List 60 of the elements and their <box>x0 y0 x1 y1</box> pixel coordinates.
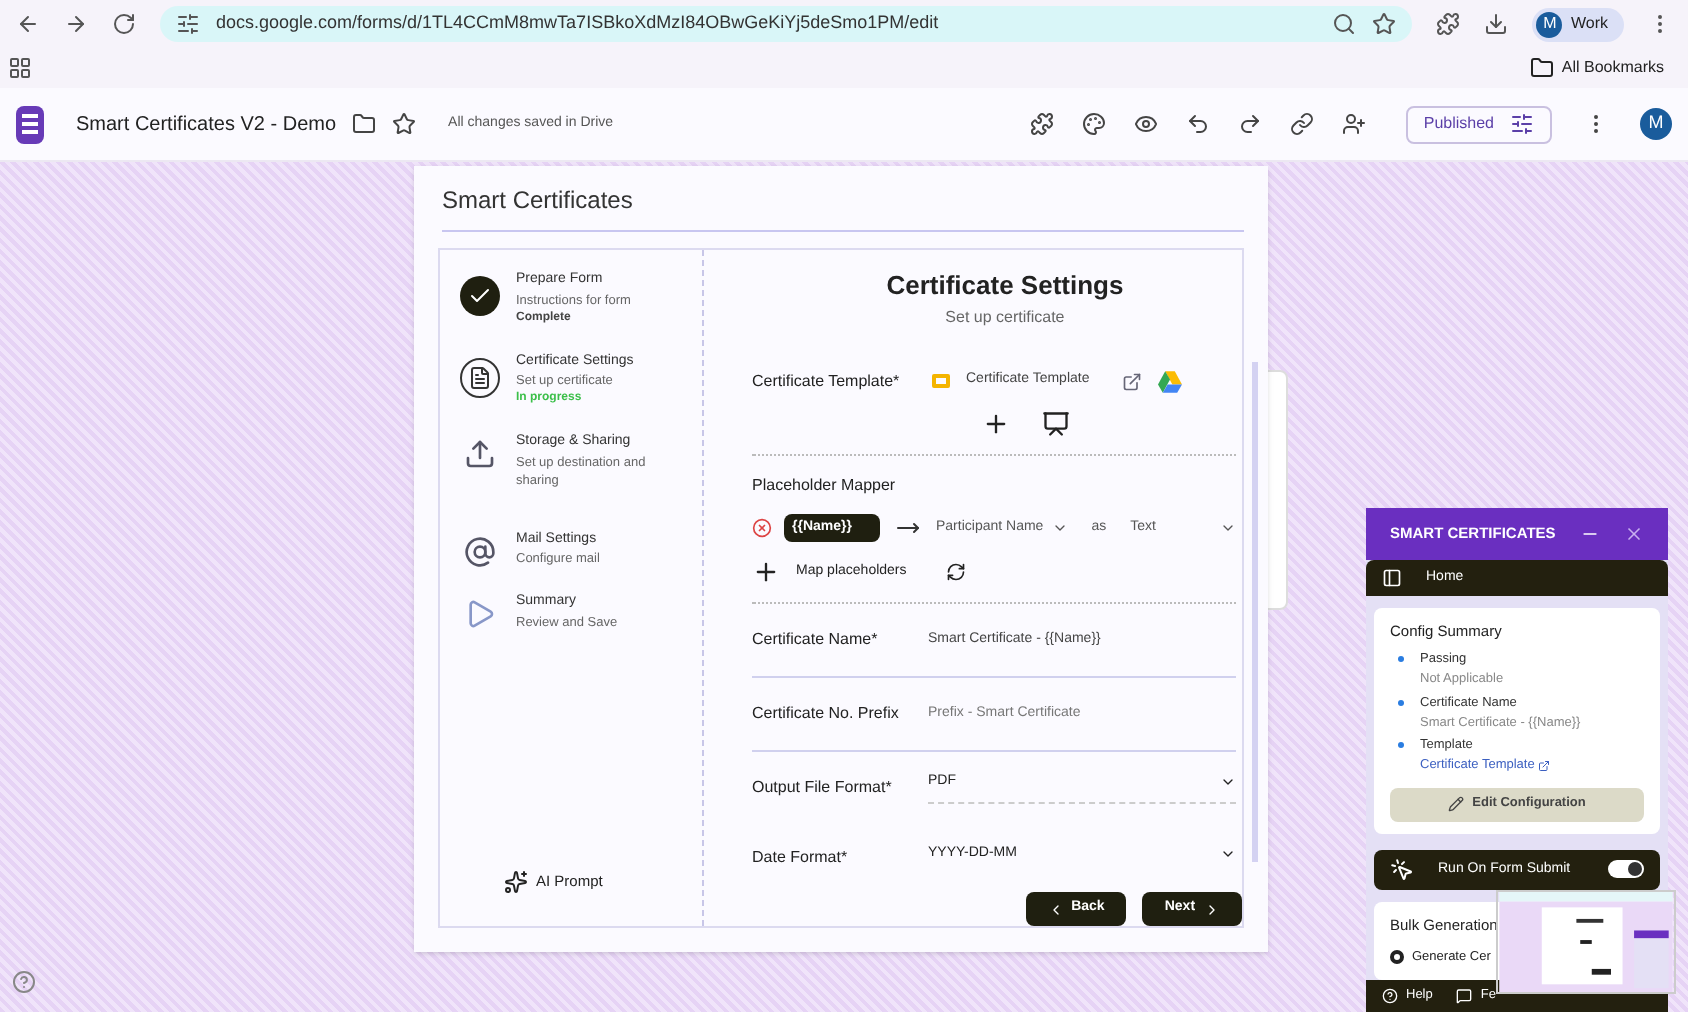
dialog-title: Smart Certificates <box>442 182 1244 232</box>
folder-icon[interactable] <box>1529 56 1554 80</box>
field-label: Certificate Name* <box>752 628 880 652</box>
field-label: Output File Format* <box>752 775 894 800</box>
field-label: Certificate No. Prefix <box>752 702 901 726</box>
bookmark-star-icon[interactable] <box>1372 12 1397 36</box>
click-icon <box>1390 857 1414 882</box>
search-icon[interactable] <box>1332 12 1357 36</box>
url-text: docs.google.com/forms/d/1TL4CCmM8mwTa7ISBkoXdMzI84OBwGeKiYj5deSmo1PM/edit <box>216 10 941 37</box>
preview-icon[interactable] <box>1133 112 1158 136</box>
all-bookmarks-link[interactable]: All Bookmarks <box>1561 56 1664 80</box>
forms-logo-icon <box>16 105 44 143</box>
profile-button[interactable]: M Work <box>1532 7 1624 41</box>
section-heading: Certificate Settings <box>884 268 1126 304</box>
slides-icon <box>932 374 950 388</box>
external-link-icon[interactable] <box>1538 759 1551 772</box>
refresh-icon[interactable] <box>946 562 967 582</box>
reload-icon[interactable] <box>112 12 136 36</box>
undo-icon[interactable] <box>1185 112 1210 136</box>
add-icon[interactable] <box>752 558 780 586</box>
star-icon[interactable] <box>392 112 417 136</box>
pencil-icon[interactable] <box>1448 796 1465 813</box>
document-icon <box>460 357 500 397</box>
forward-icon[interactable] <box>64 12 88 36</box>
profile-label: Work <box>1570 12 1608 36</box>
section-subheading: Set up certificate <box>943 305 1067 329</box>
address-bar[interactable]: docs.google.com/forms/d/1TL4CCmM8mwTa7ISBkoXdMzI84OBwGeKiYj5deSmo1PM/edit <box>160 6 1413 42</box>
link-icon[interactable] <box>1289 112 1314 136</box>
sparkles-icon[interactable] <box>504 870 528 894</box>
close-icon[interactable] <box>1624 524 1644 544</box>
chat-icon[interactable] <box>1456 988 1473 1004</box>
folder-icon[interactable] <box>352 112 377 136</box>
remove-icon[interactable] <box>752 517 772 538</box>
back-icon[interactable] <box>16 12 40 36</box>
add-ons-icon[interactable] <box>1029 112 1054 136</box>
document-title[interactable]: Smart Certificates V2 - Demo <box>76 109 337 139</box>
field-label: Placeholder Mapper <box>752 473 898 497</box>
apps-icon[interactable] <box>8 56 32 80</box>
download-icon[interactable] <box>1484 12 1509 36</box>
redo-icon[interactable] <box>1237 112 1262 136</box>
add-collaborator-icon[interactable] <box>1341 112 1366 136</box>
toggle-switch[interactable] <box>1608 860 1644 879</box>
presentation-icon[interactable] <box>1041 409 1070 437</box>
avatar[interactable]: M <box>1640 108 1672 140</box>
profile-avatar: M <box>1536 11 1563 37</box>
field-label: Certificate Template* <box>752 369 902 393</box>
sliders-icon[interactable] <box>1510 112 1534 136</box>
external-link-icon[interactable] <box>1121 371 1142 391</box>
add-icon[interactable] <box>981 409 1010 437</box>
play-icon <box>464 598 496 630</box>
site-settings-icon[interactable] <box>176 12 200 36</box>
at-sign-icon <box>464 535 496 567</box>
extensions-icon[interactable] <box>1436 12 1461 36</box>
upload-icon <box>464 438 496 470</box>
radio-icon[interactable] <box>1390 950 1404 965</box>
sidebar-icon[interactable] <box>1382 568 1402 588</box>
drive-icon[interactable] <box>1157 369 1182 393</box>
field-label: Date Format* <box>752 845 850 870</box>
palette-icon[interactable] <box>1081 112 1106 136</box>
check-icon <box>460 276 500 316</box>
